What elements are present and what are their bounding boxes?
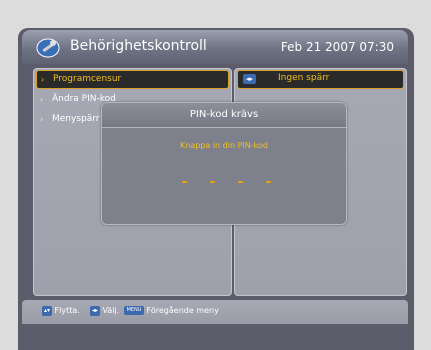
key-logo-icon — [36, 38, 60, 58]
pin-dialog: PIN-kod krävs Knappa in din PIN-kod — [101, 102, 347, 225]
help-select-label: Välj. — [102, 306, 120, 315]
dialog-prompt: Knappa in din PIN-kod — [180, 141, 268, 150]
chevron-right-icon: › — [40, 115, 44, 124]
help-select: ◂▸ Välj. — [90, 305, 119, 317]
menu-item-label: Menyspärr — [52, 114, 100, 124]
footer-help-bar: ▴▾ Flytta. ◂▸ Välj. MENU Föregående meny — [22, 300, 408, 324]
pin-digit-placeholder — [238, 181, 243, 183]
bottom-bar — [18, 324, 414, 350]
help-previous-menu-label: Föregående meny — [146, 306, 219, 315]
selected-value: Ingen spärr — [278, 73, 330, 83]
chevron-right-icon: › — [40, 95, 44, 104]
up-down-arrows-icon: ▴▾ — [42, 305, 52, 316]
chevron-right-icon: › — [41, 75, 45, 84]
help-move-label: Flytta. — [54, 306, 80, 315]
left-right-arrows-icon: ◂▸ — [90, 305, 100, 316]
pin-digit-placeholder — [182, 181, 187, 183]
pin-digit-placeholder — [266, 181, 271, 183]
left-right-arrows-icon: ◂▸ — [243, 74, 256, 84]
help-move: ▴▾ Flytta. — [42, 305, 80, 317]
header-bar: Behörighetskontroll Feb 21 2007 07:30 — [22, 30, 408, 64]
value-selector[interactable]: ◂▸ Ingen spärr — [237, 70, 404, 89]
page-title: Behörighetskontroll — [70, 38, 207, 54]
pin-digit-placeholder — [210, 181, 215, 183]
menu-item-programcensur[interactable]: › Programcensur — [36, 70, 229, 89]
dialog-title: PIN-kod krävs — [102, 103, 346, 128]
pin-entry[interactable] — [182, 181, 272, 191]
menu-key-icon: MENU — [124, 306, 144, 315]
menu-item-label: Programcensur — [53, 74, 122, 84]
date-time: Feb 21 2007 07:30 — [280, 40, 394, 54]
help-previous-menu: MENU Föregående meny — [124, 305, 219, 317]
